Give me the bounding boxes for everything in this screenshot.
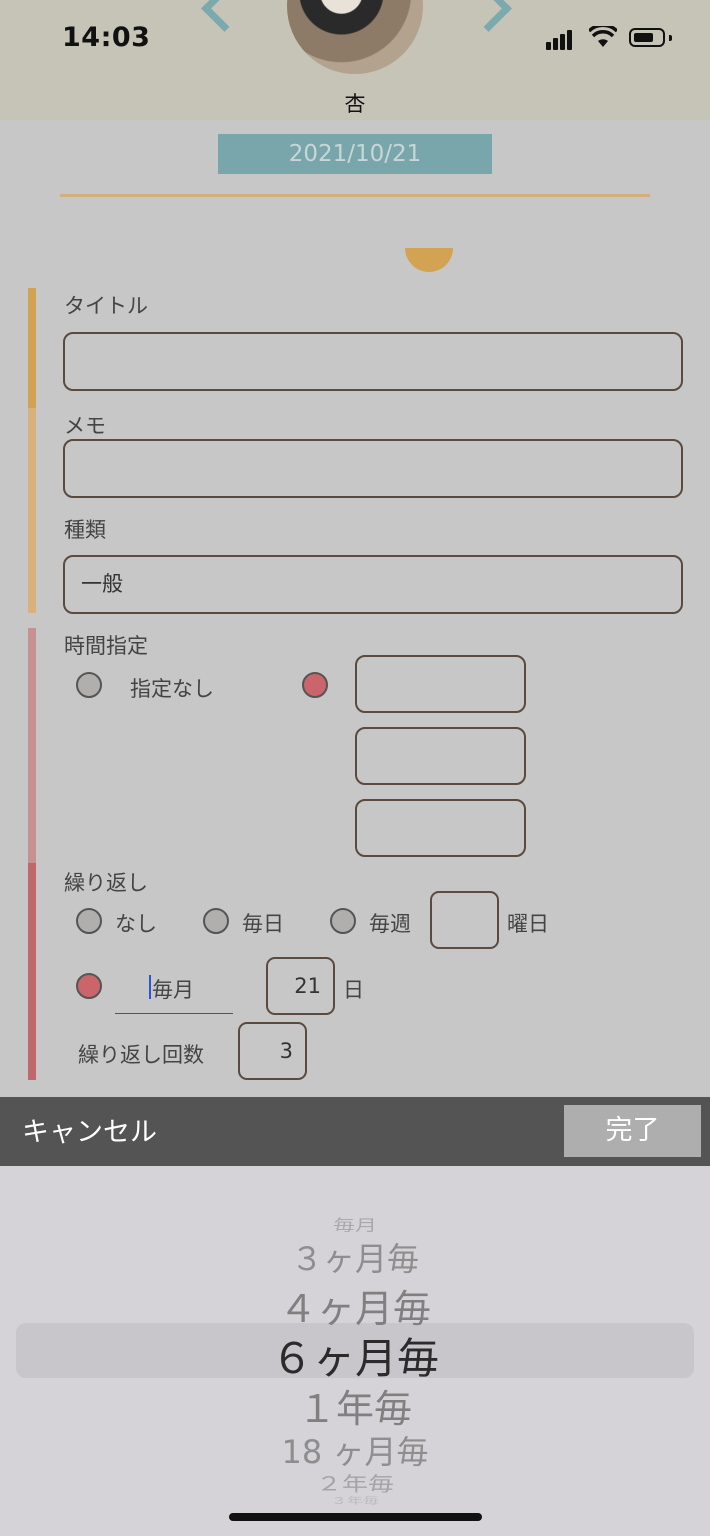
repeat-monthly-radio[interactable] — [76, 973, 102, 999]
divider — [60, 194, 650, 197]
expand-tab[interactable] — [405, 248, 453, 272]
picker-option[interactable]: 18 ヶ月毎 — [0, 1427, 710, 1473]
date-selector[interactable]: 2021/10/21 — [218, 134, 492, 174]
time-input-3[interactable] — [355, 799, 526, 857]
repeat-count-input[interactable]: 3 — [238, 1022, 307, 1080]
type-select[interactable]: 一般 — [63, 555, 683, 614]
time-specified-radio[interactable] — [302, 672, 328, 698]
memo-label: メモ — [64, 414, 106, 438]
repeat-weekly-label: 毎週 — [369, 912, 411, 936]
time-label: 時間指定 — [64, 634, 148, 658]
time-none-label: 指定なし — [130, 677, 214, 701]
section-bar-title — [28, 288, 36, 408]
picker-option[interactable]: ３年毎 — [0, 1493, 710, 1507]
weekday-input[interactable] — [430, 891, 499, 949]
time-input-2[interactable] — [355, 727, 526, 785]
picker-option[interactable]: 毎月 — [0, 1213, 710, 1235]
repeat-count-label: 繰り返し回数 — [78, 1043, 204, 1067]
picker-option[interactable]: ３ヶ月毎 — [0, 1234, 710, 1280]
repeat-label: 繰り返し — [64, 871, 148, 895]
repeat-interval-value[interactable]: 毎月 — [152, 974, 194, 1004]
cellular-signal-icon — [546, 30, 574, 50]
weekday-suffix: 曜日 — [507, 912, 549, 936]
day-suffix: 日 — [343, 978, 364, 1002]
section-bar-time — [28, 628, 36, 863]
text-cursor — [149, 975, 151, 999]
time-input-1[interactable] — [355, 655, 526, 713]
title-input[interactable] — [63, 332, 683, 391]
repeat-daily-radio[interactable] — [203, 908, 229, 934]
profile-name: 杏 — [344, 92, 366, 116]
repeat-weekly-radio[interactable] — [330, 908, 356, 934]
repeat-interval-underline — [115, 1013, 233, 1014]
picker-option-selected[interactable]: ６ヶ月毎 — [0, 1325, 710, 1386]
memo-input[interactable] — [63, 439, 683, 498]
day-input[interactable]: 21 — [266, 957, 335, 1015]
time-none-radio[interactable] — [76, 672, 102, 698]
repeat-daily-label: 毎日 — [242, 912, 284, 936]
battery-tip — [669, 35, 672, 41]
type-label: 種類 — [64, 518, 106, 542]
repeat-none-radio[interactable] — [76, 908, 102, 934]
picker-option[interactable]: １年毎 — [0, 1378, 710, 1433]
section-bar-memo — [28, 408, 36, 613]
repeat-none-label: なし — [115, 912, 157, 936]
status-time: 14:03 — [62, 22, 151, 53]
battery-icon — [629, 28, 665, 47]
battery-level — [634, 33, 653, 42]
section-bar-repeat — [28, 863, 36, 1080]
wifi-icon — [589, 26, 617, 47]
cancel-button[interactable]: キャンセル — [22, 1110, 157, 1149]
home-indicator — [229, 1513, 482, 1521]
title-label: タイトル — [64, 294, 148, 318]
done-button[interactable]: 完了 — [564, 1105, 701, 1157]
